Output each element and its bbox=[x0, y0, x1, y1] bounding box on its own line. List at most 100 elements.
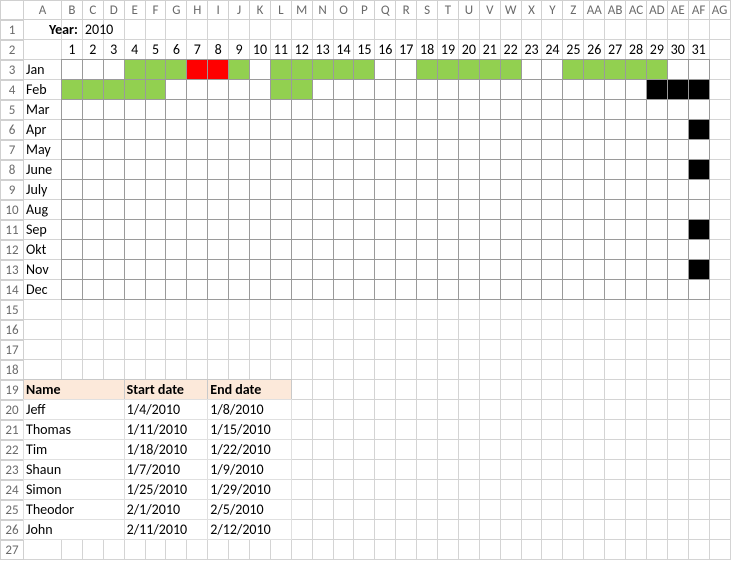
cell[interactable] bbox=[104, 540, 125, 560]
cell[interactable] bbox=[375, 340, 396, 360]
cell[interactable] bbox=[375, 540, 396, 560]
calendar-cell[interactable] bbox=[353, 119, 375, 140]
cell[interactable] bbox=[710, 300, 731, 320]
calendar-cell[interactable] bbox=[688, 79, 710, 100]
cell[interactable] bbox=[375, 460, 396, 480]
calendar-cell[interactable] bbox=[228, 279, 250, 300]
cell[interactable] bbox=[396, 500, 417, 520]
cell[interactable] bbox=[501, 380, 522, 400]
calendar-cell[interactable] bbox=[291, 99, 313, 120]
cell[interactable] bbox=[522, 380, 543, 400]
calendar-cell[interactable] bbox=[103, 159, 125, 180]
cell[interactable] bbox=[647, 300, 668, 320]
cell[interactable] bbox=[438, 360, 459, 380]
cell[interactable] bbox=[710, 460, 731, 480]
calendar-cell[interactable] bbox=[521, 99, 543, 120]
cell[interactable] bbox=[354, 540, 375, 560]
cell[interactable] bbox=[501, 20, 522, 40]
calendar-cell[interactable] bbox=[291, 59, 313, 80]
cell[interactable] bbox=[396, 380, 417, 400]
calendar-cell[interactable] bbox=[688, 119, 710, 140]
calendar-cell[interactable] bbox=[458, 139, 480, 160]
calendar-cell[interactable] bbox=[521, 279, 543, 300]
calendar-cell[interactable] bbox=[374, 99, 396, 120]
cell[interactable] bbox=[417, 520, 438, 540]
cell[interactable] bbox=[668, 300, 689, 320]
cell[interactable] bbox=[354, 460, 375, 480]
calendar-cell[interactable] bbox=[124, 79, 146, 100]
spreadsheet-grid[interactable]: ABCDEFGHIJKLMNOPQRSTUVWXYZAAABACADAEAFAG… bbox=[0, 0, 733, 560]
calendar-cell[interactable] bbox=[541, 59, 563, 80]
cell[interactable] bbox=[542, 540, 563, 560]
cell[interactable] bbox=[522, 300, 543, 320]
calendar-cell[interactable] bbox=[583, 99, 605, 120]
calendar-cell[interactable] bbox=[186, 199, 208, 220]
table-cell-start[interactable]: 2/1/2010 bbox=[124, 499, 209, 520]
cell[interactable] bbox=[313, 300, 334, 320]
calendar-cell[interactable] bbox=[688, 99, 710, 120]
cell[interactable] bbox=[563, 540, 584, 560]
cell[interactable] bbox=[24, 320, 62, 340]
table-cell-name[interactable]: Shaun bbox=[23, 459, 125, 480]
calendar-cell[interactable] bbox=[667, 159, 689, 180]
calendar-cell[interactable] bbox=[416, 179, 438, 200]
col-header[interactable]: J bbox=[229, 0, 250, 20]
calendar-cell[interactable] bbox=[416, 139, 438, 160]
cell[interactable] bbox=[605, 340, 626, 360]
cell[interactable] bbox=[187, 360, 208, 380]
calendar-cell[interactable] bbox=[500, 119, 522, 140]
cell[interactable] bbox=[626, 500, 647, 520]
cell[interactable] bbox=[417, 340, 438, 360]
calendar-cell[interactable] bbox=[333, 239, 355, 260]
cell[interactable] bbox=[334, 320, 355, 340]
calendar-cell[interactable] bbox=[604, 99, 626, 120]
table-cell-end[interactable]: 1/29/2010 bbox=[207, 479, 292, 500]
cell[interactable] bbox=[313, 20, 334, 40]
cell[interactable] bbox=[522, 360, 543, 380]
calendar-cell[interactable] bbox=[228, 179, 250, 200]
calendar-cell[interactable] bbox=[416, 79, 438, 100]
calendar-cell[interactable] bbox=[625, 259, 647, 280]
calendar-cell[interactable] bbox=[103, 199, 125, 220]
cell[interactable] bbox=[689, 420, 710, 440]
row-header[interactable]: 8 bbox=[0, 160, 24, 180]
col-header[interactable]: A bbox=[24, 0, 62, 20]
calendar-cell[interactable] bbox=[500, 59, 522, 80]
calendar-cell[interactable] bbox=[458, 259, 480, 280]
calendar-cell[interactable] bbox=[667, 279, 689, 300]
cell[interactable] bbox=[522, 340, 543, 360]
calendar-cell[interactable] bbox=[291, 159, 313, 180]
calendar-cell[interactable] bbox=[353, 59, 375, 80]
table-cell-name[interactable]: Thomas bbox=[23, 419, 125, 440]
cell[interactable] bbox=[710, 380, 731, 400]
calendar-cell[interactable] bbox=[625, 159, 647, 180]
table-cell-name[interactable]: Simon bbox=[23, 479, 125, 500]
calendar-cell[interactable] bbox=[395, 59, 417, 80]
calendar-cell[interactable] bbox=[521, 159, 543, 180]
calendar-cell[interactable] bbox=[228, 159, 250, 180]
year-value[interactable]: 2010 bbox=[83, 20, 104, 40]
cell[interactable] bbox=[417, 460, 438, 480]
cell[interactable] bbox=[542, 400, 563, 420]
cell[interactable] bbox=[125, 360, 146, 380]
cell[interactable] bbox=[605, 360, 626, 380]
calendar-cell[interactable] bbox=[145, 239, 167, 260]
calendar-cell[interactable] bbox=[82, 159, 104, 180]
cell[interactable] bbox=[229, 340, 250, 360]
cell[interactable] bbox=[710, 520, 731, 540]
cell[interactable] bbox=[104, 20, 125, 40]
cell[interactable] bbox=[689, 520, 710, 540]
calendar-cell[interactable] bbox=[145, 79, 167, 100]
calendar-cell[interactable] bbox=[312, 119, 334, 140]
row-header[interactable]: 11 bbox=[0, 220, 24, 240]
calendar-cell[interactable] bbox=[270, 159, 292, 180]
cell[interactable] bbox=[668, 540, 689, 560]
row-header[interactable]: 7 bbox=[0, 140, 24, 160]
row-header[interactable]: 19 bbox=[0, 380, 24, 400]
cell[interactable] bbox=[459, 320, 480, 340]
calendar-cell[interactable] bbox=[395, 119, 417, 140]
calendar-cell[interactable] bbox=[61, 79, 83, 100]
calendar-cell[interactable] bbox=[312, 139, 334, 160]
calendar-cell[interactable] bbox=[82, 119, 104, 140]
calendar-cell[interactable] bbox=[604, 259, 626, 280]
